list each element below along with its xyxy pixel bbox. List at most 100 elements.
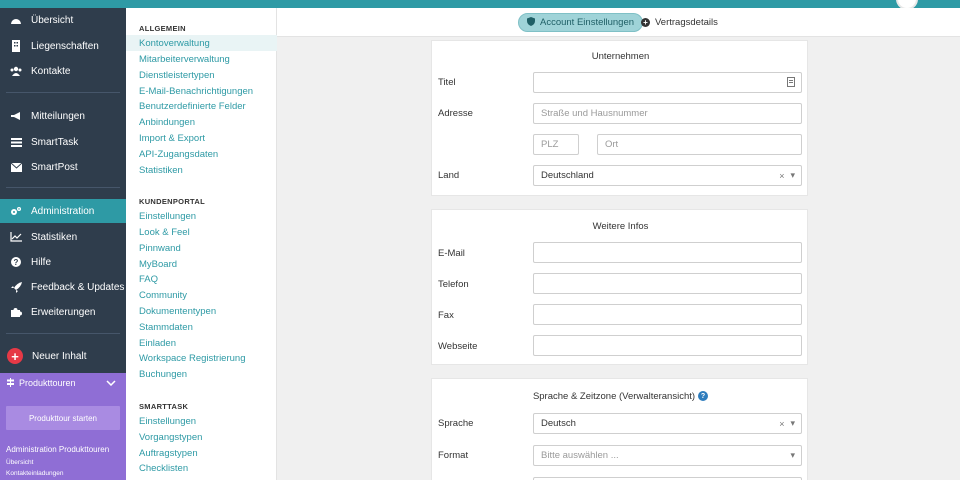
settings-link-checklisten[interactable]: Checklisten [126,460,277,476]
more-info-card: Weitere Infos E-Mail Telefon Fax Webseit… [431,209,808,365]
nav-item-kontakte[interactable]: Kontakte [0,59,126,83]
language-select[interactable]: Deutsch × ▾ [533,413,802,434]
email-field[interactable] [533,242,802,263]
product-tour-link[interactable]: Kontakteinladungen [6,470,63,477]
product-tour-header[interactable]: Produkttouren [0,373,126,393]
settings-link-import-export[interactable]: Import & Export [126,130,277,146]
users-icon [10,65,22,77]
plus-icon: + [7,348,23,364]
gears-icon [10,205,22,217]
plus-circle-icon: + [641,18,650,27]
shield-icon [527,17,535,28]
fax-field[interactable] [533,304,802,325]
settings-link-auftragstypen[interactable]: Auftragstypen [126,445,277,461]
titel-field[interactable] [533,72,802,93]
caret-down-icon[interactable]: ▾ [790,418,795,429]
caret-down-icon[interactable]: ▾ [790,170,795,181]
envelope-icon [10,161,22,173]
product-tour-link[interactable]: Übersicht [6,459,33,466]
telefon-label: Telefon [438,279,469,290]
section-title-allgemein: ALLGEMEIN [139,24,186,33]
nav-item-erweiterungen[interactable]: Erweiterungen [0,300,126,324]
settings-link-kontoverwaltung[interactable]: Kontoverwaltung [126,35,277,51]
format-label: Format [438,450,469,461]
city-field[interactable]: Ort [597,134,802,155]
nav-item-liegenschaften[interactable]: Liegenschaften [0,34,126,58]
megaphone-icon [10,110,22,122]
country-select[interactable]: Deutschland × ▾ [533,165,802,186]
new-content-button[interactable]: + Neuer Inhalt [0,344,126,368]
nav-divider [6,187,120,188]
nav-divider [6,333,120,334]
settings-link-dienstleistertypen[interactable]: Dienstleistertypen [126,67,277,83]
top-bar [0,0,960,8]
question-icon: ? [10,256,22,268]
titel-label: Titel [438,77,456,88]
list-icon [10,136,22,148]
language-card: Sprache & Zeitzone (Verwalteransicht)? S… [431,378,808,480]
settings-link-buchungen[interactable]: Buchungen [126,366,277,382]
webseite-label: Webseite [438,341,478,352]
puzzle-icon [10,306,22,318]
card-title: Weitere Infos [592,221,649,232]
settings-link-look-feel[interactable]: Look & Feel [126,224,277,240]
webseite-field[interactable] [533,335,802,356]
nav-item-hilfe[interactable]: ? Hilfe [0,250,126,274]
company-card: Unternehmen Titel Adresse Straße und Hau… [431,40,808,196]
settings-link-einstellungen[interactable]: Einstellungen [126,208,277,224]
telefon-field[interactable] [533,273,802,294]
settings-link-einladen[interactable]: Einladen [126,335,277,351]
settings-link-api-zugangsdaten[interactable]: API-Zugangsdaten [126,146,277,162]
signpost-icon [6,377,15,389]
settings-link-vorgangstypen[interactable]: Vorgangstypen [126,429,277,445]
nav-item-uebersicht[interactable]: Übersicht [0,8,126,32]
chart-icon [10,231,22,243]
settings-link-dokumententypen[interactable]: Dokumententypen [126,303,277,319]
card-title: Sprache & Zeitzone (Verwalteransicht)? [432,391,809,402]
nav-item-feedback[interactable]: Feedback & Updates [0,275,126,299]
caret-down-icon[interactable]: ▾ [790,450,795,461]
settings-menu: ALLGEMEIN Kontoverwaltung Mitarbeiterver… [126,8,277,480]
settings-link-email-benachrichtigungen[interactable]: E-Mail-Benachrichtigungen [126,83,277,99]
settings-link-benutzerdefinierte-felder[interactable]: Benutzerdefinierte Felder [126,98,277,114]
zip-field[interactable]: PLZ [533,134,579,155]
help-icon[interactable]: ? [698,391,709,402]
nav-item-smarttask[interactable]: SmartTask [0,130,126,154]
street-field[interactable]: Straße und Hausnummer [533,103,802,124]
land-label: Land [438,170,460,181]
tab-account-einstellungen[interactable]: Account Einstellungen [518,13,644,32]
settings-link-workspace-registrierung[interactable]: Workspace Registrierung [126,350,277,366]
clear-icon[interactable]: × [779,419,784,429]
product-tour-title: Administration Produkttouren [6,445,110,454]
settings-link-stammdaten[interactable]: Stammdaten [126,319,277,335]
settings-link-smarttask-einstellungen[interactable]: Einstellungen [126,413,277,429]
chevron-down-icon [106,378,116,388]
dashboard-icon [10,14,22,26]
settings-link-mitarbeiterverwaltung[interactable]: Mitarbeiterverwaltung [126,51,277,67]
settings-link-faq[interactable]: FAQ [126,271,277,287]
adresse-label: Adresse [438,108,473,119]
clear-icon[interactable]: × [779,171,784,181]
nav-item-administration[interactable]: Administration [0,199,126,223]
settings-link-community[interactable]: Community [126,287,277,303]
contact-card-icon [787,77,795,87]
nav-item-smartpost[interactable]: SmartPost [0,155,126,179]
settings-link-myboard[interactable]: MyBoard [126,256,277,272]
nav-item-statistiken[interactable]: Statistiken [0,225,126,249]
card-title: Unternehmen [591,51,650,62]
main-sidebar: Übersicht Liegenschaften Kontakte Mittei… [0,0,126,480]
nav-item-mitteilungen[interactable]: Mitteilungen [0,104,126,128]
settings-link-anbindungen[interactable]: Anbindungen [126,114,277,130]
settings-link-statistiken[interactable]: Statistiken [126,162,277,178]
section-title-kundenportal: KUNDENPORTAL [139,197,205,206]
product-tour-panel: Produkttouren Produkttour starten Admini… [0,373,126,480]
tab-vertragsdetails[interactable]: + Vertragsdetails [633,13,726,32]
rocket-icon [10,281,22,293]
building-icon [10,40,22,52]
start-product-tour-button[interactable]: Produkttour starten [6,406,120,430]
fax-label: Fax [438,310,454,321]
settings-link-pinnwand[interactable]: Pinnwand [126,240,277,256]
svg-text:?: ? [14,258,19,267]
format-select[interactable]: Bitte auswählen ... ▾ [533,445,802,466]
nav-divider [6,92,120,93]
